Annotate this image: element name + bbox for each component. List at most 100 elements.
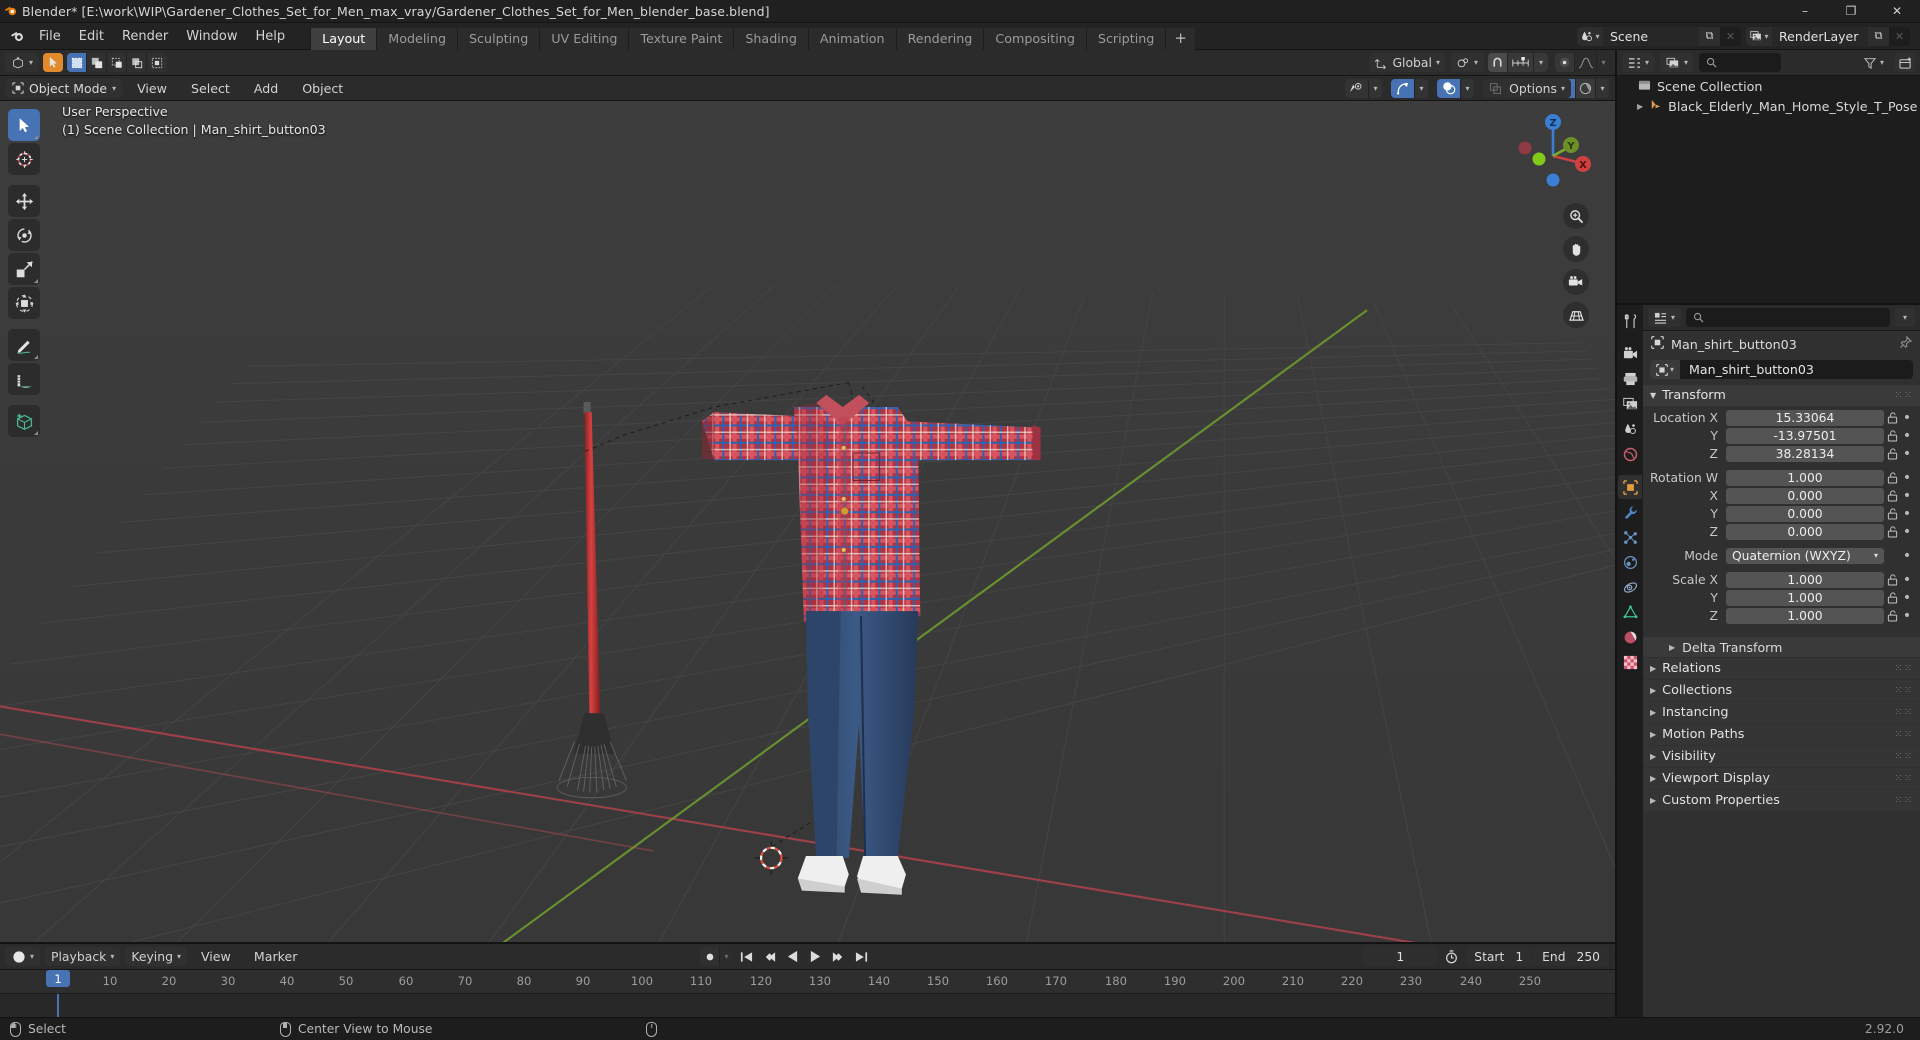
tab-rendering[interactable]: Rendering [895,27,984,50]
outliner-editor-type-selector[interactable]: ▾ [1622,53,1656,72]
drag-handle-icon[interactable]: ⁙⁙ [1894,685,1913,696]
outliner-search-input[interactable] [1699,53,1781,72]
tab-animation[interactable]: Animation [807,27,896,50]
scene-tab[interactable] [1618,417,1642,441]
minimize-button[interactable]: – [1782,0,1828,23]
tab-shading[interactable]: Shading [733,27,808,50]
drag-handle-icon[interactable]: ⁙⁙ [1894,751,1913,762]
lock-icon[interactable] [1884,489,1900,502]
rotation-x-field[interactable]: 0.000 [1726,487,1884,504]
current-frame-field[interactable]: 1 [1362,947,1439,966]
view-layer-tab[interactable] [1618,392,1642,416]
timeline-ruler[interactable]: 1 10 20 30 40 50 60 70 80 90 100 110 120… [0,970,1615,994]
physics-tab[interactable] [1618,550,1642,574]
scale-z-field[interactable]: 1.000 [1726,607,1884,624]
editor-type-selector[interactable]: ▾ [5,53,40,72]
delta-transform-subpanel-header[interactable]: ▶ Delta Transform [1643,637,1920,657]
start-frame-field[interactable]: Start 1 [1465,947,1533,966]
show-gizmo-icon[interactable] [1391,78,1415,98]
tweak-select-tool[interactable] [8,109,40,141]
menu-help[interactable]: Help [247,26,295,47]
object-visibility-icon[interactable] [1345,78,1369,98]
tab-sculpting[interactable]: Sculpting [457,27,540,50]
play-button[interactable] [806,947,825,966]
scene-selector[interactable]: ▾ Scene ⧉ ✕ [1577,26,1741,46]
timeline-menu-marker[interactable]: Marker [245,947,307,966]
viewport-canvas[interactable]: User Perspective (1) Scene Collection | … [0,101,1615,942]
annotate-tool[interactable] [8,329,40,361]
jump-to-end-button[interactable] [852,947,871,966]
world-tab[interactable] [1618,442,1642,466]
viewport-menu-select[interactable]: Select [182,79,239,98]
timeline-menu-playback[interactable]: Playback ▾ [45,947,121,966]
properties-editor-type-selector[interactable]: ▾ [1648,308,1682,327]
render-tab[interactable] [1618,342,1642,366]
select-extend-icon[interactable] [87,53,108,72]
viewport-menu-object[interactable]: Object [293,79,352,98]
motion-paths-panel-header[interactable]: ▶ Motion Paths ⁙⁙ [1643,724,1920,745]
outliner-row-armature[interactable]: ▶ Black_Elderly_Man_Home_Style_T_Pose [1617,96,1920,116]
pan-hand-icon[interactable] [1563,236,1589,262]
select-tool-toggle[interactable] [43,53,64,72]
remove-viewlayer-button[interactable]: ✕ [1889,26,1910,46]
drag-handle-icon[interactable]: ⁙⁙ [1894,729,1913,740]
drag-handle-icon[interactable]: ⁙⁙ [1894,773,1913,784]
viewport-display-panel-header[interactable]: ▶ Viewport Display ⁙⁙ [1643,768,1920,789]
proportional-edit-icon[interactable] [1555,53,1575,72]
properties-search-input[interactable] [1686,308,1890,327]
auto-keying-chevron-icon[interactable]: ▾ [720,947,733,966]
location-y-field[interactable]: -13.97501 [1726,427,1884,444]
viewport-menu-view[interactable]: View [128,79,176,98]
outliner-row-scene-collection[interactable]: Scene Collection [1617,76,1920,96]
select-invert-icon[interactable] [127,53,148,72]
unlink-scene-button[interactable]: ✕ [1720,26,1741,46]
menu-window[interactable]: Window [177,26,246,47]
visibility-panel-header[interactable]: ▶ Visibility ⁙⁙ [1643,746,1920,767]
tab-layout[interactable]: Layout [310,27,377,50]
viewport-options-button[interactable]: Options ▾ [1503,79,1571,98]
output-tab[interactable] [1618,367,1642,391]
lock-icon[interactable] [1884,507,1900,520]
camera-icon[interactable] [1563,269,1589,295]
custom-properties-panel-header[interactable]: ▶ Custom Properties ⁙⁙ [1643,790,1920,811]
timeline-menu-view[interactable]: View [192,947,240,966]
pin-icon[interactable] [1899,335,1913,352]
falloff-curve-icon[interactable] [1575,53,1597,72]
measure-tool[interactable] [8,363,40,395]
gizmo-chevron-icon[interactable]: ▾ [1415,78,1428,98]
close-button[interactable]: ✕ [1874,0,1920,23]
tab-compositing[interactable]: Compositing [983,27,1086,50]
end-frame-field[interactable]: End 250 [1533,947,1609,966]
lock-icon[interactable] [1884,573,1900,586]
lock-icon[interactable] [1884,591,1900,604]
tab-texture-paint[interactable]: Texture Paint [628,27,734,50]
auto-keyframe-icon[interactable] [700,947,720,966]
outliner-display-mode-selector[interactable]: ▾ [1660,53,1695,72]
object-data-tab[interactable] [1618,600,1642,624]
constraints-tab[interactable] [1618,575,1642,599]
scale-x-field[interactable]: 1.000 [1726,571,1884,588]
previous-keyframe-button[interactable] [760,947,779,966]
viewport-menu-add[interactable]: Add [245,79,287,98]
select-subtract-icon[interactable] [107,53,128,72]
outliner-new-collection-button[interactable] [1895,53,1916,72]
object-tab[interactable] [1618,475,1642,499]
outliner-filter-button[interactable]: ▾ [1858,53,1890,72]
modifier-tab[interactable] [1618,500,1642,524]
show-overlays-icon[interactable] [1437,78,1461,98]
timeline-editor-type-selector[interactable]: ▾ [6,947,41,966]
snap-options-chevron-icon[interactable]: ▾ [1534,53,1548,72]
instancing-panel-header[interactable]: ▶ Instancing ⁙⁙ [1643,702,1920,723]
tab-modeling[interactable]: Modeling [376,27,457,50]
falloff-chevron-icon[interactable]: ▾ [1597,53,1610,72]
drag-handle-icon[interactable]: ⁙⁙ [1894,663,1913,674]
new-scene-button[interactable]: ⧉ [1699,26,1720,46]
object-name-field[interactable]: Man_shirt_button03 [1680,360,1913,379]
lock-icon[interactable] [1884,471,1900,484]
navigation-gizmo[interactable]: Z X Y [1511,111,1595,195]
interaction-mode-selector[interactable]: Object Mode ▾ [6,78,123,98]
select-intersect-icon[interactable] [147,53,168,72]
maximize-button[interactable]: ❐ [1828,0,1874,23]
location-x-field[interactable]: 15.33064 [1726,409,1884,426]
new-viewlayer-button[interactable]: ⧉ [1868,26,1889,46]
